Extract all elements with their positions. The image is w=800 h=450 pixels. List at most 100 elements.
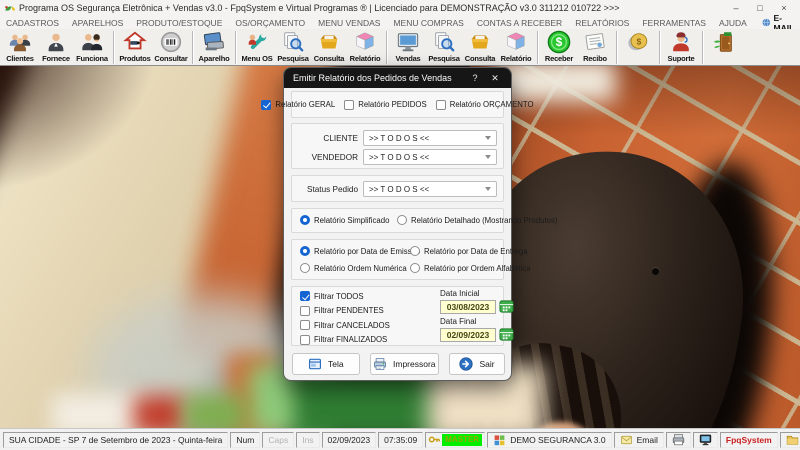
checkbox-relatorio-geral[interactable]: Relatório GERAL [261,99,335,110]
toolbar-item-relatorio-vendas[interactable]: Relatório [498,30,534,65]
checkbox-relatorio-orcamento[interactable]: Relatório ORÇAMENTO [435,99,534,110]
checkbox-filtrar-finalizados[interactable]: Filtrar FINALIZADOS [300,334,390,345]
status-printer-button[interactable] [665,431,691,448]
impressora-button[interactable]: Impressora [369,353,440,375]
toolbar-separator [113,31,114,64]
menu-cadastros[interactable]: CADASTROS [6,18,59,28]
sair-button[interactable]: Sair [449,353,505,375]
toolbar-separator [537,31,538,64]
cliente-value: >> T O D O S << [369,133,430,143]
receive-icon: $ [547,30,571,54]
status-folder-button[interactable] [779,431,800,448]
toolbar-item-menu-os[interactable]: Menu OS [239,30,275,65]
app-logo-icon [5,5,15,11]
toolbar-item-vendas[interactable]: Vendas [390,30,426,65]
radio-data-emissao[interactable]: Relatório por Data de Emissão [300,246,420,256]
menu-ajuda[interactable]: AJUDA [719,18,747,28]
toolbar-label: Vendas [395,54,421,63]
data-inicial-label: Data Inicial [440,289,480,298]
toolbar-label: Fornece [42,54,70,63]
checkbox-label: Filtrar TODOS [314,291,364,301]
exit-arrow-icon [459,357,474,371]
radio-label: Relatório Simplificado [314,215,390,225]
radio-relatorio-detalhado[interactable]: Relatório Detalhado (Mostrando Produtos) [397,215,558,225]
window-titlebar: Programa OS Segurança Eletrônica + Venda… [0,0,800,16]
envelope-icon [620,435,632,444]
radio-circle [300,215,310,225]
status-pedido-value: >> T O D O S << [369,184,430,194]
coin-icon: $ [628,33,648,51]
menu-aparelhos[interactable]: APARELHOS [72,18,123,28]
cliente-label: CLIENTE [323,133,358,143]
cliente-select[interactable]: >> T O D O S << [363,130,497,146]
toolbar-item-recibo[interactable]: Recibo [577,30,613,65]
menu-ferramentas[interactable]: FERRAMENTAS [642,18,706,28]
toolbar-item-fornecedores[interactable]: Fornece [38,30,74,65]
radio-circle [300,263,310,273]
menu-vendas[interactable]: MENU VENDAS [318,18,380,28]
radio-label: Relatório por Data de Entrega [424,246,528,256]
menu-compras[interactable]: MENU COMPRAS [393,18,463,28]
checkbox-box [435,99,446,110]
checkbox-filtrar-todos[interactable]: Filtrar TODOS [300,291,390,301]
toolbar-item-pesquisa-vendas[interactable]: Pesquisa [426,30,462,65]
tela-button[interactable]: Tela [292,353,360,375]
data-final-calendar-button[interactable] [499,327,514,342]
menu-os-orcamento[interactable]: OS/ORÇAMENTO [235,18,305,28]
menu-relatorios[interactable]: RELATÓRIOS [575,18,629,28]
radio-circle [410,263,420,273]
toolbar-item-receber[interactable]: $ Receber [541,30,577,65]
report-type-panel: Relatório GERAL Relatório PEDIDOS Relató… [261,91,534,118]
receipt-icon [585,33,605,50]
status-email-button[interactable]: Email [613,431,664,448]
dialog-close-button[interactable]: ✕ [488,73,502,84]
status-pedido-select[interactable]: >> T O D O S << [363,181,497,197]
toolbar-item-consulta-os[interactable]: Consulta [311,30,347,65]
status-user-name: MASTER [442,433,483,446]
status-pedido-label: Status Pedido [307,184,358,194]
toolbar-item-consulta-vendas[interactable]: Consulta [462,30,498,65]
checkbox-filtrar-pendentes[interactable]: Filtrar PENDENTES [300,305,390,316]
status-monitor-button[interactable] [692,431,718,448]
toolbar-item-pesquisa-os[interactable]: Pesquisa [275,30,311,65]
data-inicial-field[interactable]: 03/08/2023 [440,299,496,314]
status-company-name: DEMO SEGURANCA 3.0 [510,434,606,445]
toolbar-item-sair[interactable] [706,30,742,65]
radio-label: Relatório Detalhado (Mostrando Produtos) [411,215,558,225]
chevron-down-icon [485,187,491,191]
toolbar-label: Consulta [464,54,496,63]
dialog-help-button[interactable]: ? [468,73,482,83]
radio-ordem-alfabetica[interactable]: Relatório por Ordem Alfabética [410,263,531,273]
menu-produto-estoque[interactable]: PRODUTO/ESTOQUE [136,18,222,28]
toolbar-item-moeda[interactable]: $ [620,30,656,65]
checkbox-relatorio-pedidos[interactable]: Relatório PEDIDOS [344,99,427,110]
dialog-title: Emitir Relatório dos Pedidos de Vendas [293,73,452,83]
toolbar-item-produtos[interactable]: Produtos [117,30,153,65]
report-dialog: Emitir Relatório dos Pedidos de Vendas ?… [261,67,558,381]
toolbar-item-clientes[interactable]: Clientes [2,30,38,65]
toolbar-separator [235,31,236,64]
radio-data-entrega[interactable]: Relatório por Data de Entrega [410,246,528,256]
data-final-field[interactable]: 02/09/2023 [440,327,496,342]
toolbar-item-consultar[interactable]: Consultar [153,30,189,65]
menu-contas-a-receber[interactable]: CONTAS A RECEBER [477,18,562,28]
blurred-red-patch [134,396,186,428]
toolbar-item-funcionarios[interactable]: Funciona [74,30,110,65]
vendedor-value: >> T O D O S << [369,152,430,162]
radio-ordem-numerica[interactable]: Relatório Ordem Numérica [300,263,407,273]
data-inicial-calendar-button[interactable] [499,299,514,314]
radio-relatorio-simplificado[interactable]: Relatório Simplificado [300,215,389,225]
toolbar-label: Relatório [500,54,532,63]
status-user: MASTER [425,431,486,448]
impressora-button-label: Impressora [393,359,436,369]
toolbar-item-suporte[interactable]: Suporte [663,30,699,65]
email-globe-icon [762,18,770,27]
checkbox-label: Filtrar CANCELADOS [314,320,390,330]
tray-icon [471,35,489,49]
toolbar-item-relatorio-os[interactable]: Relatório [347,30,383,65]
vendedor-select[interactable]: >> T O D O S << [363,149,497,165]
minimize-button[interactable]: – [724,1,748,16]
checkbox-filtrar-cancelados[interactable]: Filtrar CANCELADOS [300,320,390,330]
toolbar-item-aparelho[interactable]: Aparelho [196,30,232,65]
menu-bar: CADASTROS APARELHOS PRODUTO/ESTOQUE OS/O… [0,13,800,33]
